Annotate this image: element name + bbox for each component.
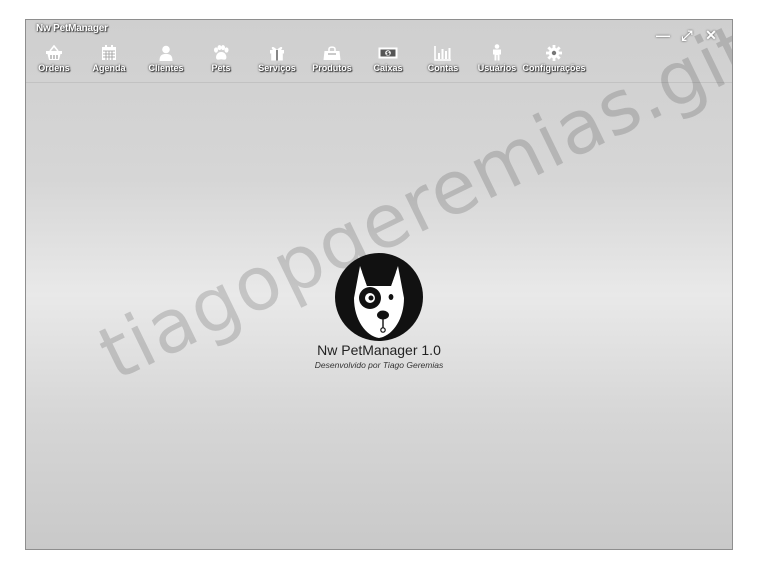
toolbar-item-label: Caixas xyxy=(373,63,403,73)
shopping-bag-icon xyxy=(322,44,342,61)
toolbar-item-pets[interactable]: Pets xyxy=(206,44,236,76)
toolbar-item-label: Serviços xyxy=(258,63,296,73)
calendar-icon xyxy=(99,44,119,61)
svg-text:$: $ xyxy=(386,51,390,57)
toolbar-item-clientes[interactable]: Clientes xyxy=(144,44,188,76)
app-window: Nw PetManager — ⤢ ✕ Ordens Agenda Client… xyxy=(25,19,733,550)
toolbar-item-produtos[interactable]: Produtos xyxy=(310,44,354,76)
titlebar: Nw PetManager — ⤢ ✕ Ordens Agenda Client… xyxy=(26,20,732,82)
product-name: Nw PetManager 1.0 xyxy=(317,342,441,358)
toolbar-item-label: Usuários xyxy=(477,63,517,73)
toolbar-divider xyxy=(26,82,732,83)
money-icon: $ xyxy=(378,44,398,61)
toolbar-item-label: Contas xyxy=(427,63,459,73)
gear-icon xyxy=(544,44,564,61)
window-controls: — ⤢ ✕ xyxy=(656,28,718,42)
user-icon xyxy=(156,44,176,61)
toolbar-item-label: Produtos xyxy=(312,63,352,73)
toolbar-item-caixas[interactable]: $ Caixas xyxy=(370,44,406,76)
minimize-button[interactable]: — xyxy=(656,28,670,42)
toolbar-item-label: Agenda xyxy=(92,63,126,73)
developer-credit: Desenvolvido por Tiago Geremias xyxy=(314,360,444,370)
close-button[interactable]: ✕ xyxy=(704,28,718,42)
basket-icon xyxy=(44,44,64,61)
toolbar-item-label: Pets xyxy=(211,63,231,73)
minimize-icon: — xyxy=(656,27,670,43)
window-title: Nw PetManager xyxy=(36,23,108,34)
toolbar-item-label: Configurações xyxy=(522,63,586,73)
toolbar-item-label: Clientes xyxy=(148,63,184,73)
toolbar-item-ordens[interactable]: Ordens xyxy=(34,44,74,76)
toolbar-item-label: Ordens xyxy=(38,63,70,73)
maximize-button[interactable]: ⤢ xyxy=(680,28,694,42)
gift-icon xyxy=(267,44,287,61)
person-icon xyxy=(487,44,507,61)
paw-icon xyxy=(211,44,231,61)
dog-logo-icon xyxy=(334,252,424,342)
splash: Nw PetManager 1.0 Desenvolvido por Tiago… xyxy=(26,252,732,370)
bar-chart-icon xyxy=(433,44,453,61)
toolbar-item-configuracoes[interactable]: Configurações xyxy=(522,44,586,76)
maximize-icon: ⤢ xyxy=(681,27,693,43)
toolbar-item-agenda[interactable]: Agenda xyxy=(89,44,129,76)
toolbar-item-usuarios[interactable]: Usuários xyxy=(477,44,517,76)
close-icon: ✕ xyxy=(705,27,717,43)
toolbar-item-contas[interactable]: Contas xyxy=(425,44,461,76)
toolbar-item-servicos[interactable]: Serviços xyxy=(255,44,299,76)
